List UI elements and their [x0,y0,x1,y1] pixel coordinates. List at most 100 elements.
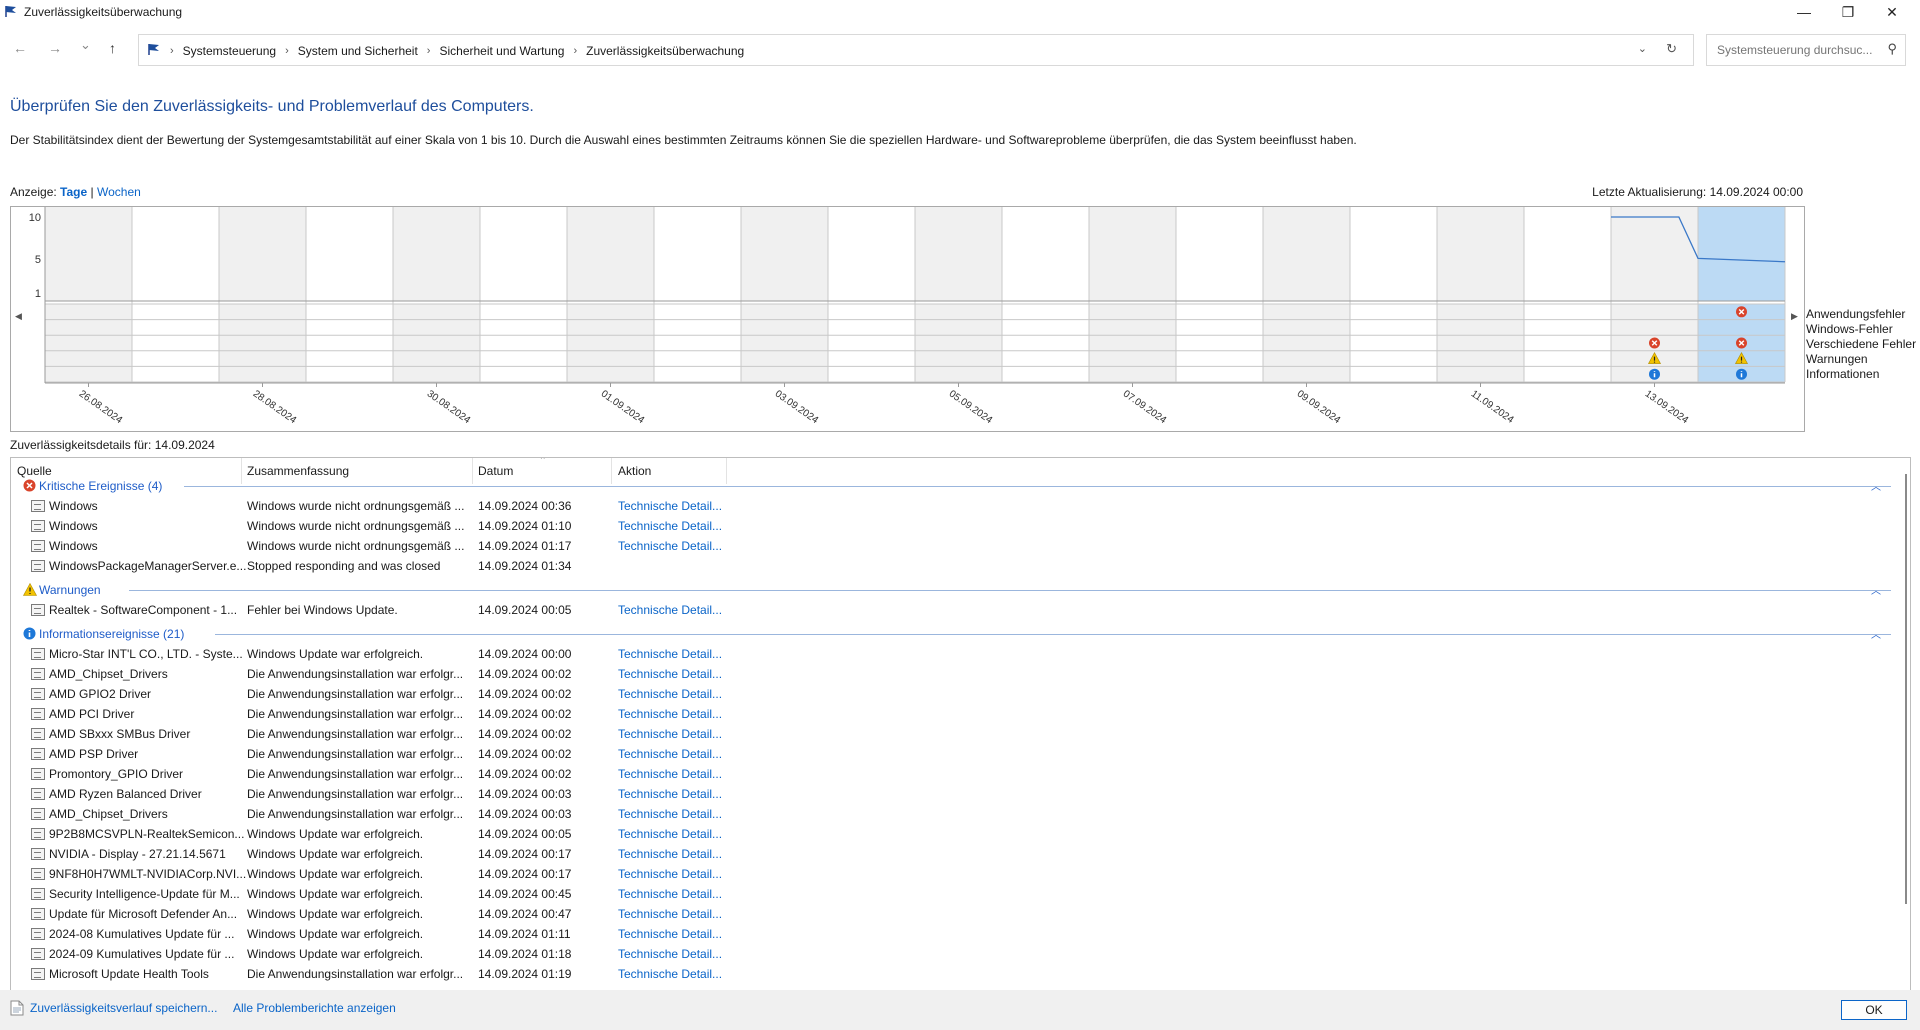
table-row[interactable]: WindowsPackageManagerServer.e... Stopped … [11,556,1891,576]
table-row[interactable]: Windows Windows wurde nicht ordnungsgemäß… [11,516,1891,536]
collapse-chevron-icon[interactable]: ︿ [1871,626,1881,641]
recent-locations-button[interactable]: ⌄ [80,37,91,53]
table-row[interactable]: AMD Ryzen Balanced Driver Die Anwendungsi… [11,784,1891,804]
table-row[interactable]: Windows Windows wurde nicht ordnungsgemäß… [11,536,1891,556]
stability-chart[interactable]: 10 5 1 26.08.2024 28.08.2024 30.08.2024 01.09.… [10,206,1805,432]
technical-details-link[interactable]: Technische Detail... [618,747,722,761]
stability-chart-svg[interactable]: 10 5 1 26.08.2024 28.08.2024 30.08.2024 01.09.… [11,207,1804,431]
day-column[interactable] [1437,207,1524,301]
vertical-scrollbar[interactable] [1902,474,1910,904]
table-row[interactable]: 2024-09 Kumulatives Update für ... Window… [11,944,1891,964]
day-event-column[interactable] [306,304,393,382]
day-event-column[interactable] [1524,304,1611,382]
breadcrumb-separator-icon[interactable]: › [573,45,577,57]
search-icon[interactable]: ⚲ [1887,41,1897,57]
up-button[interactable]: ↑ [109,40,116,56]
details-table[interactable]: ⌃ Quelle Zusammenfassung Datum Aktion Kr… [10,457,1911,991]
day-column[interactable] [1089,207,1176,301]
maximize-button[interactable]: ❐ [1826,0,1870,24]
day-column[interactable] [915,207,1002,301]
group-header[interactable]: Warnungen ︿ [11,580,1891,600]
day-event-column[interactable] [1437,304,1524,382]
technical-details-link[interactable]: Technische Detail... [618,887,722,901]
day-column[interactable] [219,207,306,301]
search-input[interactable] [1715,42,1879,58]
day-column[interactable] [1263,207,1350,301]
breadcrumb-system-security[interactable]: System und Sicherheit [298,44,418,58]
breadcrumb-reliability-monitor[interactable]: Zuverlässigkeitsüberwachung [586,44,744,58]
refresh-icon[interactable]: ↻ [1666,41,1677,57]
day-column[interactable] [1350,207,1437,301]
day-event-column[interactable] [741,304,828,382]
day-event-column[interactable] [480,304,567,382]
day-event-column[interactable] [567,304,654,382]
table-row[interactable]: Windows Windows wurde nicht ordnungsgemäß… [11,496,1891,516]
day-column[interactable] [1002,207,1089,301]
day-column[interactable] [654,207,741,301]
day-column[interactable] [393,207,480,301]
day-column[interactable] [306,207,393,301]
day-event-column[interactable] [132,304,219,382]
table-row[interactable]: 2024-08 Kumulatives Update für ... Window… [11,924,1891,944]
show-all-reports-link[interactable]: Alle Problemberichte anzeigen [233,1001,396,1015]
table-row[interactable]: AMD PCI Driver Die Anwendungsinstallation… [11,704,1891,724]
save-history-link[interactable]: Zuverlässigkeitsverlauf speichern... [30,1001,217,1015]
table-row[interactable]: AMD PSP Driver Die Anwendungsinstallation… [11,744,1891,764]
scrollbar-thumb[interactable] [1905,474,1907,904]
technical-details-link[interactable]: Technische Detail... [618,727,722,741]
selected-day-column[interactable] [1698,207,1785,301]
technical-details-link[interactable]: Technische Detail... [618,827,722,841]
day-event-column[interactable] [1350,304,1437,382]
address-bar[interactable]: › Systemsteuerung › System und Sicherhei… [138,34,1694,66]
day-event-column[interactable] [1263,304,1350,382]
group-header[interactable]: Kritische Ereignisse (4) ︿ [11,476,1891,496]
technical-details-link[interactable]: Technische Detail... [618,967,722,981]
forward-button[interactable]: → [48,40,62,56]
day-event-column[interactable] [1002,304,1089,382]
collapse-chevron-icon[interactable]: ︿ [1871,478,1881,493]
technical-details-link[interactable]: Technische Detail... [618,847,722,861]
technical-details-link[interactable]: Technische Detail... [618,499,722,513]
address-dropdown-icon[interactable]: ⌄ [1638,42,1647,55]
minimize-button[interactable]: — [1782,0,1826,24]
table-row[interactable]: Micro-Star INT'L CO., LTD. - Syste... Win… [11,644,1891,664]
day-event-column[interactable] [1089,304,1176,382]
scroll-left-icon[interactable]: ◀ [15,311,22,322]
breadcrumb-systemsteuerung[interactable]: Systemsteuerung [183,44,276,58]
day-event-column[interactable] [1176,304,1263,382]
group-header[interactable]: Informationsereignisse (21) ︿ [11,624,1891,644]
technical-details-link[interactable]: Technische Detail... [618,807,722,821]
day-event-column[interactable] [45,304,132,382]
close-button[interactable]: ✕ [1870,0,1914,24]
day-column[interactable] [828,207,915,301]
breadcrumb-separator-icon[interactable]: › [427,45,431,57]
ok-button[interactable]: OK [1841,1000,1907,1020]
scroll-right-icon[interactable]: ▶ [1791,311,1798,322]
day-column[interactable] [45,207,132,301]
day-column[interactable] [1176,207,1263,301]
view-weeks-link[interactable]: Wochen [97,185,141,199]
technical-details-link[interactable]: Technische Detail... [618,767,722,781]
day-column[interactable] [741,207,828,301]
view-days-link[interactable]: Tage [60,185,87,199]
technical-details-link[interactable]: Technische Detail... [618,907,722,921]
day-column[interactable] [1611,207,1698,301]
day-event-column[interactable] [393,304,480,382]
day-column[interactable] [132,207,219,301]
back-button[interactable]: ← [13,40,27,56]
table-row[interactable]: Security Intelligence-Update für M... Win… [11,884,1891,904]
day-column[interactable] [1524,207,1611,301]
technical-details-link[interactable]: Technische Detail... [618,787,722,801]
table-row[interactable]: 9P2B8MCSVPLN-RealtekSemicon... Windows Up… [11,824,1891,844]
table-row[interactable]: Update für Microsoft Defender An... Windo… [11,904,1891,924]
technical-details-link[interactable]: Technische Detail... [618,947,722,961]
day-event-column[interactable] [915,304,1002,382]
technical-details-link[interactable]: Technische Detail... [618,867,722,881]
table-row[interactable]: Promontory_GPIO Driver Die Anwendungsinst… [11,764,1891,784]
table-row[interactable]: Microsoft Update Health Tools Die Anwendu… [11,964,1891,984]
table-row[interactable]: AMD SBxxx SMBus Driver Die Anwendungsinst… [11,724,1891,744]
table-row[interactable]: 9NF8H0H7WMLT-NVIDIACorp.NVI... Windows Up… [11,864,1891,884]
technical-details-link[interactable]: Technische Detail... [618,927,722,941]
day-column[interactable] [480,207,567,301]
day-column[interactable] [567,207,654,301]
